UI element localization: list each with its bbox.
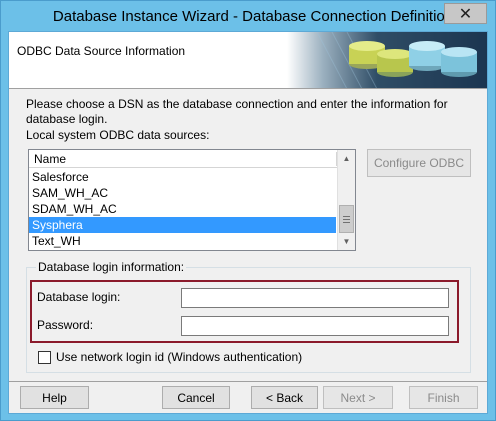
column-header-name[interactable]: Name	[29, 150, 337, 168]
column-header-label: Name	[34, 152, 67, 166]
close-icon: ✕	[458, 5, 473, 23]
database-login-input[interactable]	[181, 288, 449, 308]
network-login-label: Use network login id (Windows authentica…	[56, 350, 303, 364]
list-items: Salesforce SAM_WH_AC SDAM_WH_AC Sysphera…	[29, 169, 336, 249]
wizard-client-area: ODBC Data Source Information Please choo…	[8, 31, 488, 414]
close-button[interactable]: ✕	[444, 3, 487, 24]
login-group-label: Database login information:	[36, 260, 187, 274]
list-item-salesforce[interactable]: Salesforce	[29, 169, 336, 185]
password-input[interactable]	[181, 316, 449, 336]
list-item-sam-wh-ac[interactable]: SAM_WH_AC	[29, 185, 336, 201]
network-login-option[interactable]: Use network login id (Windows authentica…	[38, 350, 302, 364]
sources-label: Local system ODBC data sources:	[26, 128, 210, 142]
help-button[interactable]: Help	[20, 386, 89, 409]
title-bar[interactable]: Database Instance Wizard - Database Conn…	[1, 1, 495, 31]
cancel-button[interactable]: Cancel	[162, 386, 230, 409]
back-button[interactable]: < Back	[251, 386, 318, 409]
list-item-sdam-wh-ac[interactable]: SDAM_WH_AC	[29, 201, 336, 217]
scroll-thumb[interactable]	[339, 205, 354, 233]
finish-button[interactable]: Finish	[409, 386, 478, 409]
list-scrollbar[interactable]: ▲ ▼	[337, 150, 355, 250]
grip-icon	[343, 215, 350, 223]
next-button[interactable]: Next >	[323, 386, 393, 409]
password-label: Password:	[37, 318, 94, 332]
configure-odbc-button[interactable]: Configure ODBC	[367, 149, 471, 177]
instructions-text: Please choose a DSN as the database conn…	[26, 97, 448, 126]
footer-divider	[9, 381, 487, 382]
database-cylinders-icon	[287, 32, 487, 88]
odbc-sources-list[interactable]: Name Salesforce SAM_WH_AC SDAM_WH_AC Sys…	[28, 149, 356, 251]
header-title: ODBC Data Source Information	[17, 44, 186, 58]
wizard-window: Database Instance Wizard - Database Conn…	[0, 0, 496, 421]
network-login-checkbox[interactable]	[38, 350, 51, 364]
list-item-sysphera[interactable]: Sysphera	[29, 217, 336, 233]
database-login-label: Database login:	[37, 290, 121, 304]
scroll-down-arrow-icon[interactable]: ▼	[338, 233, 355, 250]
window-title: Database Instance Wizard - Database Conn…	[52, 7, 454, 25]
wizard-header: ODBC Data Source Information	[9, 32, 487, 89]
scroll-up-arrow-icon[interactable]: ▲	[338, 150, 355, 167]
list-item-text-wh[interactable]: Text_WH	[29, 233, 336, 249]
